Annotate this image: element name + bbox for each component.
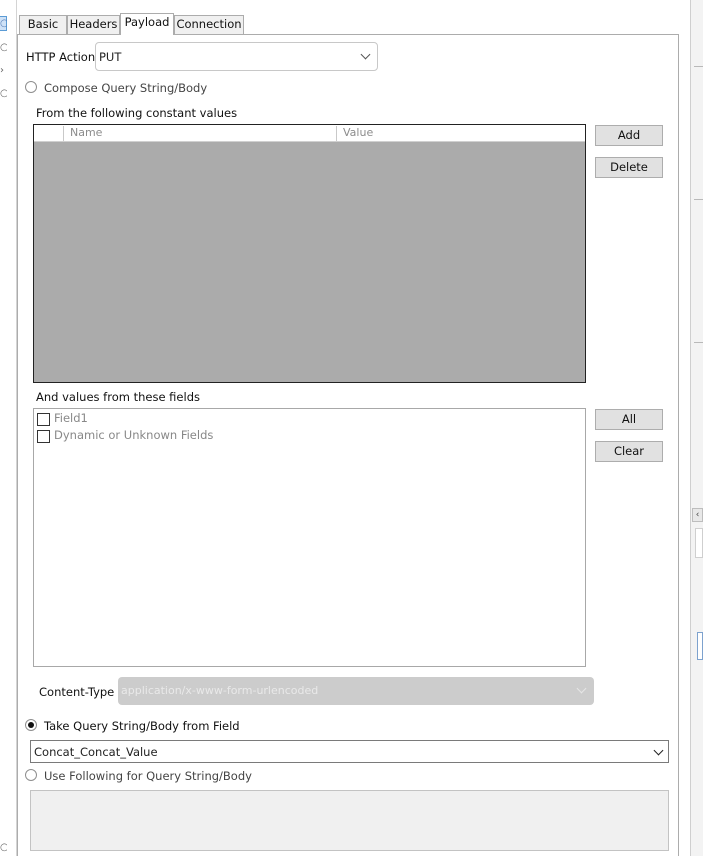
- field-selector-value: Concat_Concat_Value: [34, 744, 158, 759]
- tab-connection[interactable]: Connection: [174, 15, 244, 34]
- content-type-value: application/x-www-form-urlencoded: [121, 684, 319, 697]
- content-type-select: application/x-www-form-urlencoded: [118, 677, 594, 705]
- add-button[interactable]: Add: [595, 125, 663, 146]
- chevron-down-icon: [360, 49, 371, 60]
- right-side-pane: [690, 0, 703, 856]
- left-toolbar: ○ ○ › ○ ○: [0, 0, 17, 856]
- column-header-name[interactable]: Name: [70, 126, 102, 139]
- chevron-down-icon: [576, 683, 587, 694]
- http-action-value: PUT: [99, 49, 122, 64]
- compose-query-label: Compose Query String/Body: [44, 81, 208, 95]
- take-from-field-radio[interactable]: [25, 719, 37, 731]
- tool-icon-5[interactable]: ○: [0, 842, 7, 854]
- compose-query-radio[interactable]: [25, 81, 37, 93]
- pane-collapse-button[interactable]: ‹: [692, 508, 703, 522]
- fields-title: And values from these fields: [36, 390, 200, 404]
- column-separator: [63, 126, 64, 141]
- constants-title: From the following constant values: [36, 106, 238, 120]
- dynamic-fields-label: Dynamic or Unknown Fields: [54, 428, 214, 442]
- query-body-textarea: [30, 790, 669, 851]
- tool-icon-1[interactable]: ○: [0, 18, 7, 30]
- constants-grid[interactable]: Name Value: [33, 124, 586, 383]
- pane-divider: [694, 342, 703, 343]
- column-header-value[interactable]: Value: [343, 126, 373, 139]
- use-following-radio[interactable]: [25, 769, 37, 781]
- column-separator[interactable]: [336, 126, 337, 141]
- http-action-label: HTTP Action: [26, 50, 96, 64]
- tab-headers[interactable]: Headers: [67, 15, 120, 34]
- take-from-field-label: Take Query String/Body from Field: [44, 719, 240, 733]
- clear-button[interactable]: Clear: [595, 441, 663, 462]
- dynamic-fields-checkbox[interactable]: [37, 430, 50, 443]
- field1-checkbox[interactable]: [37, 413, 50, 426]
- field1-label: Field1: [54, 411, 88, 425]
- tool-icon-3[interactable]: ›: [0, 65, 7, 77]
- field-selector[interactable]: Concat_Concat_Value: [30, 740, 669, 763]
- pane-tab[interactable]: [697, 632, 703, 660]
- pane-tab[interactable]: [695, 528, 703, 558]
- content-type-label: Content-Type: [39, 685, 115, 699]
- delete-button[interactable]: Delete: [595, 157, 663, 178]
- tool-icon-2[interactable]: ○: [0, 42, 7, 54]
- chevron-down-icon: [653, 745, 664, 756]
- use-following-label: Use Following for Query String/Body: [44, 769, 252, 783]
- fields-list[interactable]: Field1 Dynamic or Unknown Fields: [33, 408, 586, 667]
- tab-basic[interactable]: Basic: [19, 15, 67, 34]
- pane-divider: [694, 66, 703, 67]
- http-action-select[interactable]: PUT: [95, 42, 378, 71]
- pane-divider: [694, 199, 703, 200]
- tab-payload[interactable]: Payload: [120, 13, 174, 35]
- all-button[interactable]: All: [595, 409, 663, 430]
- grid-header: Name Value: [34, 125, 585, 142]
- tool-icon-4[interactable]: ○: [0, 88, 7, 100]
